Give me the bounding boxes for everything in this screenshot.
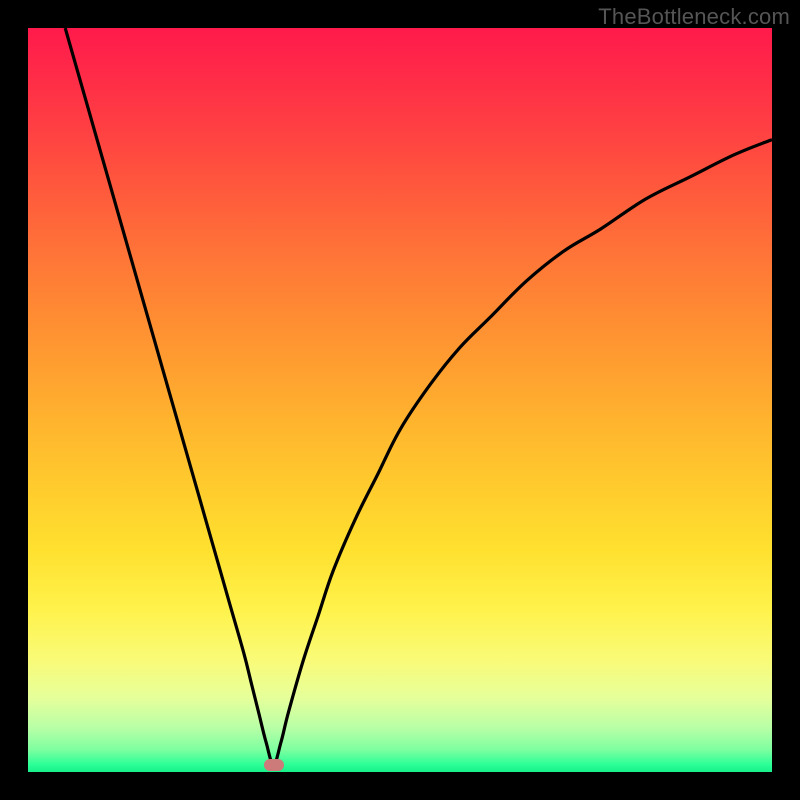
chart-frame: TheBottleneck.com [0,0,800,800]
plot-area [28,28,772,772]
watermark-text: TheBottleneck.com [598,4,790,30]
bottleneck-curve [28,28,772,772]
min-point-marker [264,759,284,771]
